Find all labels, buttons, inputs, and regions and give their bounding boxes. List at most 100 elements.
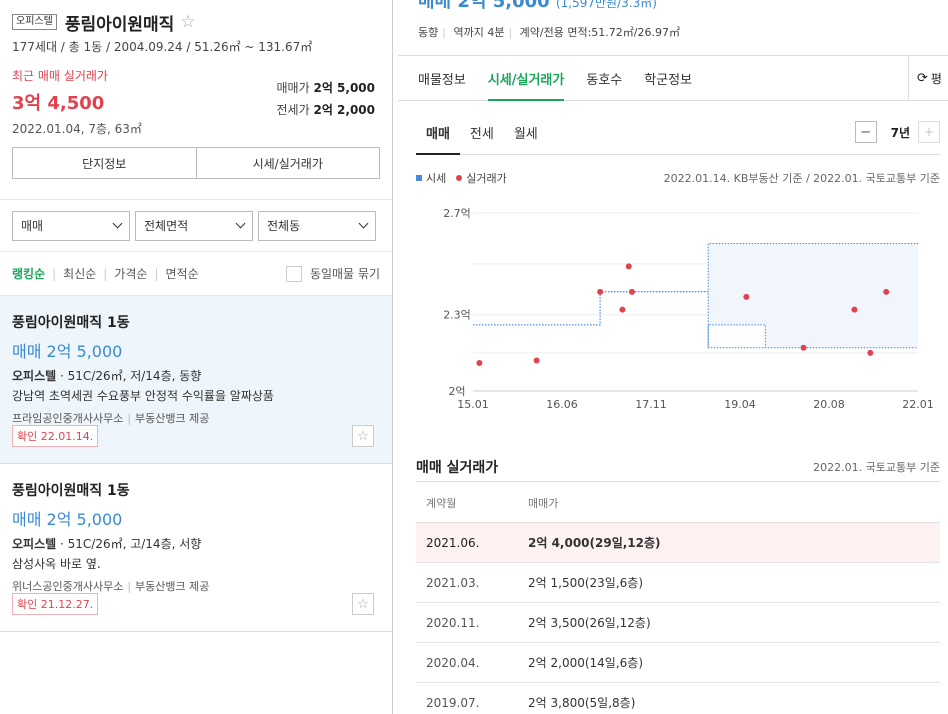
confirm-badge: 확인 21.12.27. [12,593,99,615]
trade-point [628,288,635,295]
transaction-title: 매매 실거래가 [416,459,499,476]
list-item[interactable]: 풍림아이원매직 1동 매매 2억 5,000 오피스텔 · 51C/26㎡, 고… [0,464,392,632]
confirm-badge: 확인 22.01.14. [12,425,99,447]
detail-header: 매매 2억 5,000 (1,597만원/3.3㎡) 동향 | 역까지 4분 | 계… [398,0,948,56]
y-tick-label: 2.7억 [443,207,471,220]
group-same-label: 동일매물 묶기 [309,267,380,281]
tab-market-price[interactable]: 시세/실거래가 [487,56,564,101]
tab-listing-info[interactable]: 매물정보 [418,56,466,100]
detail-area: 계약/전용 면적:51.72㎡/26.97㎡ [519,26,680,39]
chart-basis: 2022.01.14. KB부동산 기준 / 2022.01. 국토교통부 기준 [663,172,940,185]
listing-price: 매매 2억 5,000 [12,510,123,529]
listing-type: 오피스텔 [12,537,57,551]
trade-point [851,306,858,313]
listing-panel: 오피스텔 풍림아이원매직 ☆ 177세대 / 총 1동 / 2004.09.24… [0,0,393,714]
detail-price: 매매 2억 5,000 [418,0,550,12]
chevron-down-icon [235,218,246,229]
period-increase-button[interactable]: + [918,121,940,143]
bookmark-star-icon[interactable]: ☆ [352,425,374,447]
group-same-checkbox[interactable] [285,265,302,282]
listing-agent: 위너스공인중개사사무소 [12,580,124,593]
sort-price[interactable]: 가격순 [114,265,147,282]
chart-legend: 시세 실거래가 2022.01.14. KB부동산 기준 / 2022.01. … [416,163,940,193]
legend-market-swatch [416,175,422,181]
y-tick-label: 2.3억 [443,309,471,322]
favorite-star-icon[interactable]: ☆ [180,12,195,32]
jeonse-price-label: 전세가 [276,103,310,117]
transaction-header: 매매 실거래가 2022.01. 국토교통부 기준 [416,452,940,482]
sale-price-label: 매매가 [276,81,310,95]
complex-header: 오피스텔 풍림아이원매직 ☆ 177세대 / 총 1동 / 2004.09.24… [0,0,392,200]
filter-bar: 매매 전체면적 전체동 [0,200,392,252]
table-row[interactable]: 2020.11. 2억 3,500(26일,12층) [416,603,940,643]
y-tick-label: 2억 [448,385,465,398]
subtab-jeonse[interactable]: 전세 [460,111,504,154]
x-tick-label: 19.04 [724,398,756,411]
period-decrease-button[interactable]: − [854,121,877,143]
listing-type: 오피스텔 [12,369,57,383]
market-band-gap [708,324,766,348]
market-band [473,243,918,348]
table-row[interactable]: 2020.04. 2억 2,000(14일,6층) [416,643,940,683]
trade-type-select[interactable]: 매매 [12,210,130,241]
trade-point [533,357,540,364]
area-toggle-button[interactable]: ⟳ 평 [908,56,948,101]
trade-subtabs: 매매 전세 월세 − 7년 + [416,111,940,155]
type-badge: 오피스텔 [12,14,57,30]
complex-meta: 177세대 / 총 1동 / 2004.09.24 / 51.26㎡ ~ 131… [12,40,313,54]
table-header: 계약월 매매가 [416,483,940,523]
area-select[interactable]: 전체면적 [135,210,253,241]
complex-name: 풍림아이원매직 [64,14,175,35]
bookmark-star-icon[interactable]: ☆ [352,593,374,615]
chevron-down-icon [358,218,369,229]
tab-unit-numbers[interactable]: 동호수 [586,56,622,100]
market-price-button[interactable]: 시세/실거래가 [195,148,380,178]
x-tick-label: 15.01 [457,398,489,411]
legend-trade-swatch [456,175,463,181]
trade-point [597,288,604,295]
recent-trade-date: 2022.01.04, 7층, 63㎡ [12,122,142,136]
complex-info-button[interactable]: 단지정보 [13,148,196,178]
price-chart: 2.7억 2.3억 2억15.01 16.06 17.11 19.04 20.08 22.01 [443,207,934,411]
transaction-basis: 2022.01. 국토교통부 기준 [813,460,940,474]
period-stepper: − 7년 + [854,121,940,143]
sale-price-value: 2억 5,000 [313,81,375,95]
trade-point [625,263,632,270]
building-select[interactable]: 전체동 [258,210,376,241]
sort-ranking[interactable]: 랭킹순 [12,265,45,282]
sort-area[interactable]: 면적순 [166,265,199,282]
col-price: 매매가 [528,496,559,510]
listing-detail: 51C/26㎡, 저/14층, 동향 [67,369,202,383]
table-row[interactable]: 2021.03. 2억 1,500(23일,6층) [416,563,940,603]
subtab-monthly[interactable]: 월세 [504,111,548,154]
tab-school-info[interactable]: 학군정보 [644,56,692,100]
detail-tabs: 매물정보 시세/실거래가 동호수 학군정보 ⟳ 평 [398,56,948,101]
trade-point [743,293,750,300]
transaction-table: 계약월 매매가 2021.06. 2억 4,000(29일,12층) 2021.… [416,483,940,714]
x-tick-label: 20.08 [813,398,845,411]
trade-point [800,344,807,351]
x-tick-label: 17.11 [635,398,667,411]
x-tick-label: 16.06 [546,398,578,411]
detail-station: 역까지 4분 [453,26,505,39]
listing-price: 매매 2억 5,000 [12,342,123,361]
list-item[interactable]: 풍림아이원매직 1동 매매 2억 5,000 오피스텔 · 51C/26㎡, 저… [0,296,392,464]
subtab-sale[interactable]: 매매 [416,111,460,155]
sort-latest[interactable]: 최신순 [63,265,96,282]
listing-name: 풍림아이원매직 1동 [12,483,130,499]
table-row[interactable]: 2021.06. 2억 4,000(29일,12층) [416,523,940,563]
listing-desc: 강남역 초역세권 수요풍부 안정적 수익률을 알짜상품 [12,389,274,403]
x-tick-label: 22.01 [902,398,934,411]
listing-detail: 51C/26㎡, 고/14층, 서향 [67,537,202,551]
chevron-down-icon [112,218,123,229]
listing-name: 풍림아이원매직 1동 [12,315,130,331]
legend-market-label: 시세 [426,172,447,185]
detail-panel: 매매 2억 5,000 (1,597만원/3.3㎡) 동향 | 역까지 4분 | 계… [398,0,948,714]
period-value: 7년 [890,125,910,140]
listing-provider: 부동산뱅크 제공 [135,412,210,425]
detail-direction: 동향 [418,26,439,39]
table-row[interactable]: 2019.07. 2억 3,800(5일,8층) [416,683,940,714]
trade-point [476,360,483,367]
detail-price-per-pyeong: (1,597만원/3.3㎡) [555,0,657,10]
trade-point [619,306,626,313]
